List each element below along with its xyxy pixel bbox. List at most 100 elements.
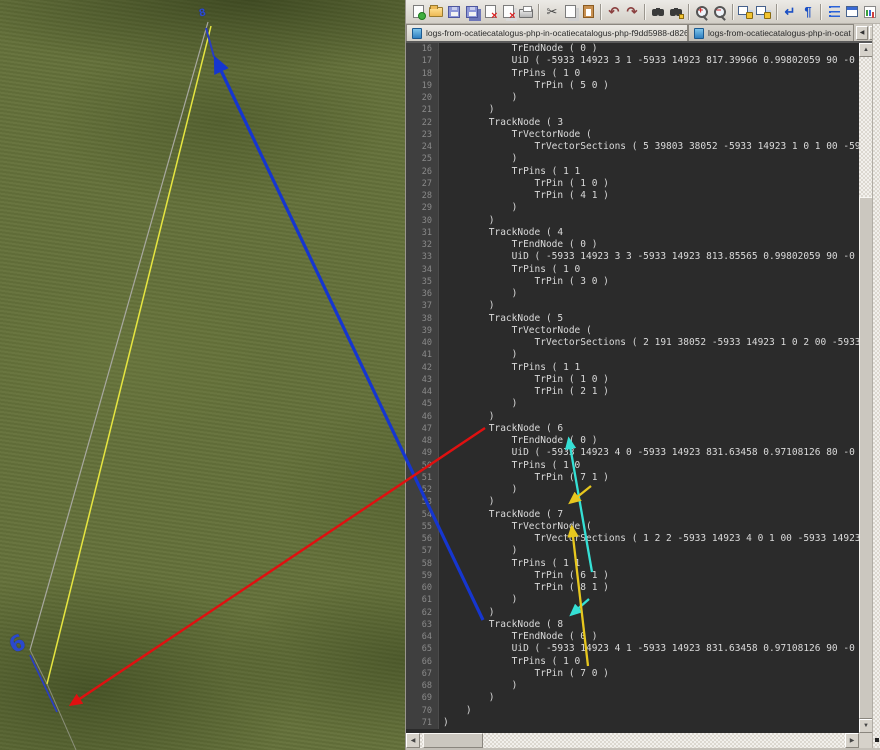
line-number: 55 (406, 520, 439, 533)
code-editor[interactable]: 16 TrEndNode ( 0 ) 17 UiD ( -5933 14923 … (406, 43, 859, 733)
new-file-icon[interactable] (409, 3, 427, 21)
redo-icon[interactable]: ↷ (623, 3, 641, 21)
document-map-icon[interactable] (861, 3, 879, 21)
line-text: ) (443, 680, 518, 691)
code-line: 22 TrackNode ( 3 (406, 116, 859, 129)
horizontal-scroll-thumb[interactable] (423, 733, 483, 748)
code-line: 29 ) (406, 202, 859, 215)
toolbar-separator (732, 3, 734, 20)
tab-1[interactable]: logs-from-ocatiecatalogus-php-in-ocatiec… (406, 24, 688, 41)
line-text: TrPins ( 1 1 (443, 165, 581, 177)
line-text: TrPin ( 4 1 ) (443, 190, 609, 201)
code-line: 70 ) (406, 704, 859, 717)
line-number: 39 (406, 324, 439, 337)
line-text: TrPin ( 1 0 ) (443, 177, 609, 189)
zoom-out-icon[interactable]: − (711, 3, 729, 21)
line-number: 67 (406, 667, 439, 680)
line-text: ) (443, 153, 518, 165)
paste-icon[interactable] (579, 3, 597, 21)
tab-scroll-left-button[interactable]: ◀ (856, 25, 868, 40)
code-line: 65 UiD ( -5933 14923 4 1 -5933 14923 831… (406, 643, 859, 656)
code-line: 51 TrPin ( 7 1 ) (406, 471, 859, 484)
code-line: 53 ) (406, 496, 859, 509)
replace-icon[interactable] (667, 3, 685, 21)
code-line: 62 ) (406, 606, 859, 619)
tab-2[interactable]: logs-from-ocatiecatalogus-php-in-ocat (688, 24, 854, 41)
sync-horizontal-scroll-icon[interactable] (755, 4, 773, 20)
code-line: 45 ) (406, 398, 859, 411)
line-number: 18 (406, 67, 439, 80)
save-icon[interactable] (445, 3, 463, 21)
screen: 8 6 ✂ ↶ ↷ + − (0, 0, 880, 750)
document-switcher-icon[interactable] (843, 3, 861, 21)
line-text: ) (443, 214, 495, 226)
line-number: 38 (406, 312, 439, 325)
line-number: 48 (406, 435, 439, 448)
code-line: 48 TrEndNode ( 0 ) (406, 435, 859, 448)
vertical-scrollbar[interactable]: ▲ ▼ (859, 43, 873, 733)
code-line: 68 ) (406, 680, 859, 693)
code-line: 66 TrPins ( 1 0 (406, 655, 859, 668)
code-line: 59 TrPin ( 6 1 ) (406, 569, 859, 582)
open-file-icon[interactable] (427, 3, 445, 21)
toolbar-separator (688, 3, 690, 20)
scroll-right-button[interactable]: ▶ (845, 733, 859, 748)
line-number: 37 (406, 300, 439, 313)
close-all-icon[interactable] (499, 3, 517, 22)
code-line: 61 ) (406, 594, 859, 607)
document-icon (694, 27, 704, 39)
zoom-in-icon[interactable]: + (693, 3, 711, 21)
scroll-down-button[interactable]: ▼ (859, 719, 873, 733)
word-wrap-icon[interactable]: ↵ (781, 3, 799, 21)
code-line: 56 TrVectorSections ( 1 2 2 -5933 14923 … (406, 533, 859, 546)
code-line: 44 TrPin ( 2 1 ) (406, 386, 859, 399)
line-number: 27 (406, 177, 439, 190)
line-text: TrackNode ( 3 (443, 116, 564, 128)
line-text: ) (443, 496, 495, 508)
line-number: 71 (406, 716, 439, 729)
scroll-left-button[interactable]: ◀ (406, 733, 420, 748)
code-line: 49 UiD ( -5933 14923 4 0 -5933 14923 831… (406, 447, 859, 460)
code-line: 64 TrEndNode ( 0 ) (406, 631, 859, 644)
tab-1-label: logs-from-ocatiecatalogus-php-in-ocatiec… (426, 28, 688, 38)
print-icon[interactable] (517, 3, 535, 21)
line-text: ) (443, 594, 518, 606)
close-icon[interactable] (481, 3, 499, 22)
scroll-up-button[interactable]: ▲ (859, 43, 873, 57)
line-number: 25 (406, 153, 439, 166)
code-line: 60 TrPin ( 8 1 ) (406, 582, 859, 595)
vertical-scroll-thumb[interactable] (859, 197, 873, 719)
undo-icon[interactable]: ↶ (605, 3, 623, 21)
show-all-characters-icon[interactable]: ¶ (799, 3, 817, 21)
line-number: 43 (406, 373, 439, 386)
cut-icon[interactable]: ✂ (543, 3, 561, 21)
line-text: TrPins ( 1 0 (443, 67, 581, 79)
line-number: 65 (406, 643, 439, 656)
line-number: 16 (406, 43, 439, 56)
indent-guide-icon[interactable] (825, 3, 843, 21)
code-line: 58 TrPins ( 1 1 (406, 557, 859, 570)
line-text: TrPins ( 1 1 (443, 557, 581, 569)
code-line: 50 TrPins ( 1 0 (406, 459, 859, 472)
code-line: 55 TrVectorNode ( (406, 520, 859, 533)
line-number: 68 (406, 680, 439, 693)
copy-icon[interactable] (561, 3, 579, 21)
horizontal-scrollbar[interactable]: ◀ ▶ (406, 733, 859, 748)
line-number: 42 (406, 361, 439, 374)
line-number: 26 (406, 165, 439, 178)
line-text: TrPin ( 1 0 ) (443, 373, 609, 385)
code-line: 16 TrEndNode ( 0 ) (406, 43, 859, 56)
code-line: 42 TrPins ( 1 1 (406, 361, 859, 374)
line-number: 28 (406, 190, 439, 203)
line-number: 66 (406, 655, 439, 668)
line-number: 17 (406, 55, 439, 68)
code-line: 28 TrPin ( 4 1 ) (406, 190, 859, 203)
code-line: 37 ) (406, 300, 859, 313)
find-icon[interactable] (649, 3, 667, 21)
line-text: TrPin ( 8 1 ) (443, 582, 609, 593)
save-all-icon[interactable] (463, 3, 481, 21)
code-line: 24 TrVectorSections ( 5 39803 38052 -593… (406, 141, 859, 154)
sync-vertical-scroll-icon[interactable] (737, 4, 755, 20)
line-number: 69 (406, 692, 439, 705)
line-number: 64 (406, 631, 439, 644)
